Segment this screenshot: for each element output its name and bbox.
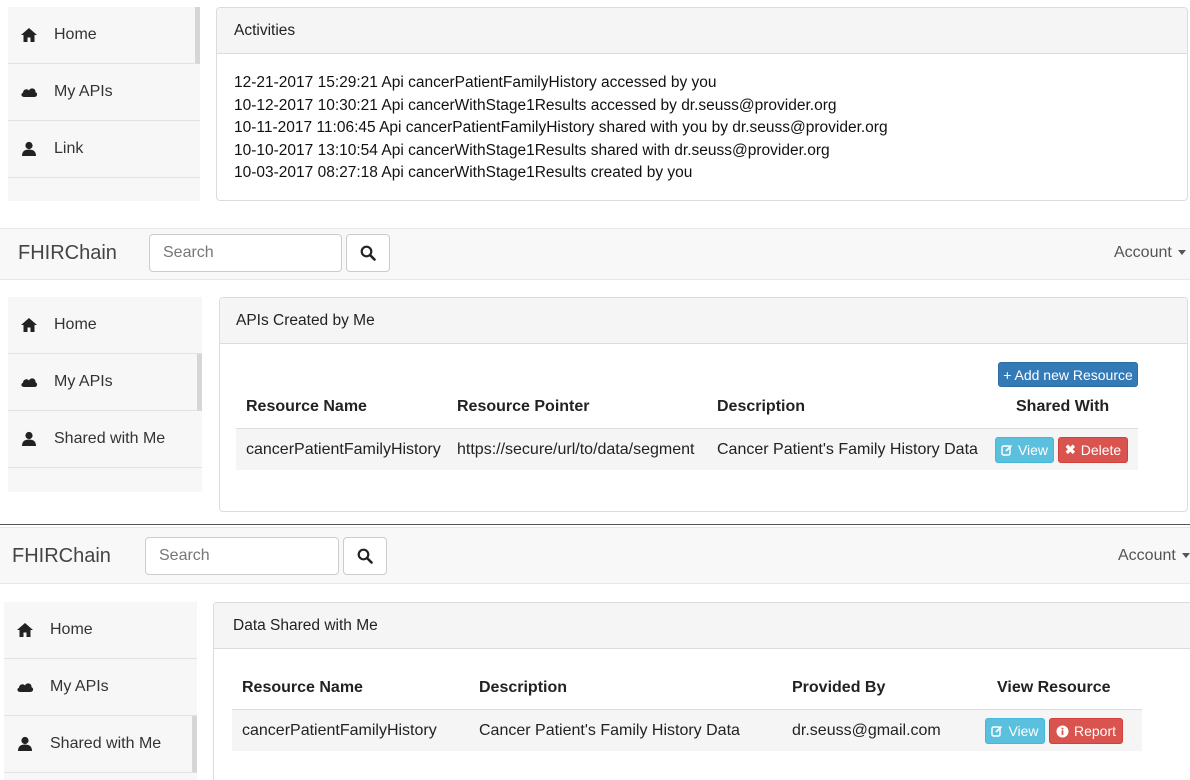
sidebar-item-home[interactable]: Home	[8, 297, 202, 354]
search-input[interactable]: Search	[145, 537, 339, 575]
delete-label: Delete	[1080, 442, 1122, 458]
edit-icon	[991, 725, 1003, 737]
report-button[interactable]: Report	[1049, 718, 1123, 744]
sidebar-item-home[interactable]: Home	[8, 7, 200, 64]
view-label: View	[1008, 723, 1039, 739]
search-icon	[360, 245, 376, 261]
user-icon	[20, 430, 38, 448]
account-menu[interactable]: Account	[1114, 244, 1186, 262]
sidebar-item-home[interactable]: Home	[4, 602, 197, 659]
resource-description: Cancer Patient's Family History Data	[479, 722, 740, 739]
column-header: Resource Pointer	[457, 398, 590, 415]
data-shared-panel: Data Shared with Me Resource Name Descri…	[213, 602, 1190, 780]
section-divider	[0, 524, 1190, 525]
search-input[interactable]: Search	[149, 234, 342, 272]
home-icon	[20, 26, 38, 44]
cloud-icon	[20, 373, 38, 391]
edit-icon	[1001, 444, 1013, 456]
account-label: Account	[1118, 547, 1176, 564]
activity-item: 10-03-2017 08:27:18 Api cancerWithStage1…	[234, 164, 693, 181]
activity-item: 10-11-2017 11:06:45 Api cancerPatientFam…	[234, 119, 888, 136]
provider-email: dr.seuss@gmail.com	[792, 722, 941, 739]
sidebar-item-label: My APIs	[54, 373, 113, 390]
sidebar-2: Home My APIs Shared with Me	[8, 297, 202, 492]
resource-pointer: https://secure/url/to/data/segment	[457, 441, 695, 458]
view-button[interactable]: View	[995, 437, 1054, 463]
sidebar-item-label: Link	[54, 140, 84, 157]
sidebar-item-my-apis[interactable]: My APIs	[8, 64, 200, 121]
info-icon	[1056, 725, 1069, 737]
sidebar-item-label: Home	[54, 316, 97, 333]
column-header: Shared With	[1016, 398, 1110, 415]
sidebar-item-label: Shared with Me	[54, 430, 166, 447]
delete-button[interactable]: ✖ Delete	[1058, 437, 1128, 463]
home-icon	[20, 316, 38, 334]
report-label: Report	[1073, 723, 1117, 739]
column-header: Description	[479, 679, 568, 696]
user-icon	[20, 140, 38, 158]
view-button[interactable]: View	[985, 718, 1045, 744]
sidebar-item-link[interactable]: Link	[8, 121, 200, 178]
activity-item: 10-12-2017 10:30:21 Api cancerWithStage1…	[234, 96, 837, 114]
navbar: FHIRChain Search Account	[0, 228, 1190, 280]
sidebar-item-label: Home	[50, 621, 93, 638]
column-header: Provided By	[792, 679, 886, 696]
account-menu[interactable]: Account	[1118, 547, 1190, 565]
resource-name: cancerPatientFamilyHistory	[246, 441, 441, 458]
apis-created-panel: APIs Created by Me + Add new Resource Re…	[219, 297, 1188, 512]
view-label: View	[1017, 442, 1049, 458]
sidebar-item-shared-with-me[interactable]: Shared with Me	[4, 716, 197, 773]
chevron-down-icon	[1181, 553, 1190, 559]
search-button[interactable]	[346, 234, 390, 272]
sidebar-item-my-apis[interactable]: My APIs	[4, 659, 197, 716]
cloud-icon	[20, 83, 38, 101]
activity-item: 12-21-2017 15:29:21 Api cancerPatientFam…	[234, 74, 717, 91]
sidebar-item-label: Home	[54, 26, 97, 43]
panel-title: Data Shared with Me	[214, 603, 1190, 649]
column-header: Resource Name	[246, 398, 367, 415]
close-icon: ✖	[1064, 442, 1076, 457]
column-header: Resource Name	[242, 679, 363, 696]
column-header: View Resource	[997, 679, 1111, 696]
sidebar-item-label: My APIs	[50, 678, 109, 695]
activities-panel: Activities 12-21-2017 15:29:21 Api cance…	[216, 7, 1188, 201]
chevron-down-icon	[1177, 250, 1186, 256]
brand-logo[interactable]: FHIRChain	[18, 242, 117, 265]
sidebar-item-shared-with-me[interactable]: Shared with Me	[8, 411, 202, 468]
panel-title: Activities	[217, 8, 1187, 54]
add-resource-button[interactable]: + Add new Resource	[998, 362, 1138, 387]
brand-logo[interactable]: FHIRChain	[12, 545, 111, 568]
cloud-icon	[16, 678, 34, 696]
sidebar-item-label: Shared with Me	[50, 735, 162, 752]
search-button[interactable]	[343, 537, 387, 575]
user-icon	[16, 735, 34, 753]
account-label: Account	[1114, 244, 1172, 261]
column-header: Description	[717, 398, 806, 415]
home-icon	[16, 621, 34, 639]
activity-item: 10-10-2017 13:10:54 Api cancerWithStage1…	[234, 141, 830, 159]
sidebar-item-my-apis[interactable]: My APIs	[8, 354, 202, 411]
sidebar-item-label: My APIs	[54, 83, 113, 100]
sidebar-1: Home My APIs Link	[8, 7, 200, 201]
resource-name: cancerPatientFamilyHistory	[242, 722, 437, 739]
search-icon	[357, 548, 373, 564]
navbar: FHIRChain Search Account	[0, 527, 1190, 584]
sidebar-3: Home My APIs Shared with Me	[4, 602, 197, 780]
resource-description: Cancer Patient's Family History Data	[717, 441, 978, 458]
panel-title: APIs Created by Me	[220, 298, 1187, 344]
